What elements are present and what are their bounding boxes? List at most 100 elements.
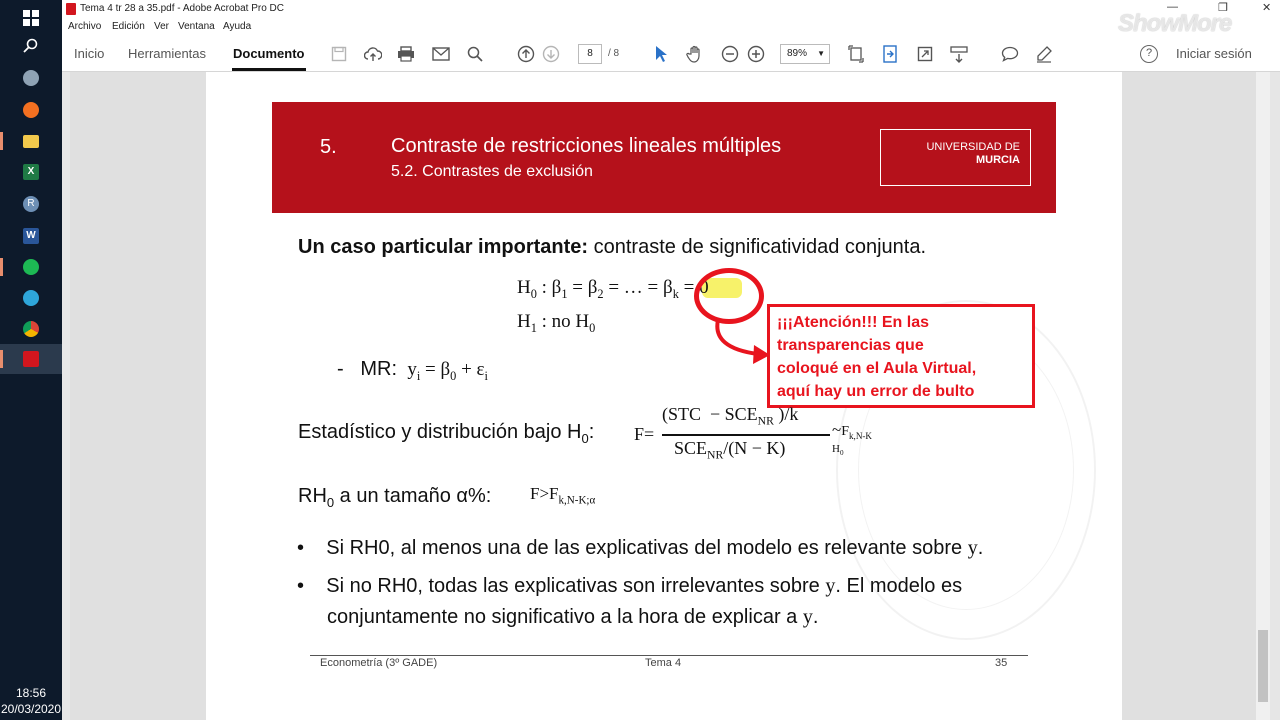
rejection-formula: F>Fk,N-K;α — [530, 484, 596, 507]
section-number: 5. — [320, 136, 337, 158]
fit-page-icon[interactable] — [846, 44, 866, 64]
footer-page-number: 35 — [995, 657, 1008, 669]
menu-ayuda[interactable]: Ayuda — [223, 21, 251, 32]
comment-icon[interactable] — [1000, 44, 1020, 64]
callout-line: transparencias que — [777, 337, 924, 354]
search-icon[interactable] — [19, 34, 43, 58]
rejection-label: RH0 a un tamaño α%: — [298, 485, 491, 510]
taskbar-running-indicator — [0, 350, 3, 368]
email-icon[interactable] — [431, 44, 451, 64]
clock-time: 18:56 — [15, 686, 47, 700]
bullet-1: • Si RH0, al menos una de las explicativ… — [297, 537, 984, 559]
cloud-upload-icon[interactable] — [363, 44, 383, 64]
stat-label-text: Estadístico y distribución bajo H — [298, 421, 582, 443]
callout-line: coloqué en el Aula Virtual, — [777, 360, 977, 377]
f-equals: F= — [634, 424, 655, 444]
taskbar-running-indicator — [0, 132, 3, 150]
spotify-icon[interactable] — [19, 255, 43, 279]
mr-label: MR: — [360, 358, 398, 380]
zoom-in-icon[interactable] — [746, 44, 766, 64]
statistic-label: Estadístico y distribución bajo H0: — [298, 421, 595, 446]
h1-formula: H1 : no H0 — [517, 311, 596, 335]
chrome-icon[interactable] — [19, 317, 43, 341]
sign-in-link[interactable]: Iniciar sesión — [1176, 46, 1252, 61]
recorder-watermark: ShowMore — [1118, 10, 1232, 37]
menu-ventana[interactable]: Ventana — [178, 21, 215, 32]
slide-title: Contraste de restricciones lineales múlt… — [391, 135, 782, 157]
pdf-file-icon — [66, 3, 76, 15]
f-denominator: SCENR/(N − K) — [674, 438, 786, 462]
telegram-icon[interactable] — [19, 286, 43, 310]
footer-topic: Tema 4 — [645, 657, 682, 669]
f-numerator: (STC − SCENR )/k — [662, 404, 799, 428]
print-icon[interactable] — [396, 44, 416, 64]
attention-callout: ¡¡¡Atención!!! En las transparencias que… — [767, 304, 1035, 408]
active-tab-indicator — [232, 68, 306, 71]
bullet-2: • Si no RH0, todas las explicativas son … — [297, 575, 963, 597]
firefox-icon[interactable] — [19, 98, 43, 122]
tab-documento[interactable]: Documento — [233, 46, 305, 61]
scroll-mode-icon[interactable] — [949, 44, 969, 64]
bullet-2c-var: y — [802, 606, 813, 628]
rh-rest: a un tamaño α%: — [334, 485, 492, 507]
close-icon[interactable]: ✕ — [1262, 1, 1271, 14]
bullet-1-var: y — [967, 537, 978, 559]
lead-line: Un caso particular importante: contraste… — [298, 236, 926, 259]
lead-bold: Un caso particular importante: — [298, 236, 589, 258]
acrobat-toolbar: Inicio Herramientas Documento 8 / 8 89% … — [62, 36, 1280, 72]
windows-start-icon[interactable] — [19, 6, 43, 30]
menu-ver[interactable]: Ver — [154, 21, 169, 32]
callout-line: aquí hay un error de bulto — [777, 383, 975, 400]
callout-line: ¡¡¡Atención!!! En las — [777, 314, 929, 331]
fraction-bar — [662, 434, 830, 436]
save-icon[interactable] — [329, 44, 349, 64]
highlight-pen-icon[interactable] — [1034, 44, 1054, 64]
zoom-select[interactable]: 89% ▼ — [780, 44, 830, 64]
window-titlebar: Tema 4 tr 28 a 35.pdf - Adobe Acrobat Pr… — [62, 0, 1280, 18]
window-title: Tema 4 tr 28 a 35.pdf - Adobe Acrobat Pr… — [80, 3, 285, 14]
slide-subtitle: 5.2. Contrastes de exclusión — [391, 163, 593, 180]
left-panel-collapse[interactable] — [62, 72, 70, 720]
logo-line1: UNIVERSIDAD DE — [926, 141, 1020, 153]
f-under-h0: H0 — [832, 443, 844, 458]
zoom-out-icon[interactable] — [720, 44, 740, 64]
next-page-icon[interactable] — [541, 44, 561, 64]
f-distribution: ~Fk,N-K — [832, 420, 872, 441]
bullet-2-text-c: conjuntamente no significativo a la hora… — [327, 606, 803, 628]
previous-page-icon[interactable] — [516, 44, 536, 64]
vertical-scrollbar[interactable] — [1256, 72, 1270, 720]
r-app-icon[interactable]: R — [19, 192, 43, 216]
h0-formula: H0 : β1 = β2 = … = βk = 0 — [517, 277, 709, 301]
system-clock[interactable]: 18:56 20/03/2020 — [0, 685, 62, 717]
tab-inicio[interactable]: Inicio — [74, 46, 104, 61]
red-circle-annotation — [694, 268, 764, 324]
slide-header: 5. Contraste de restricciones lineales m… — [272, 102, 1056, 213]
acrobat-icon[interactable] — [19, 347, 43, 371]
page-number-input[interactable]: 8 — [578, 44, 602, 64]
tab-herramientas[interactable]: Herramientas — [128, 46, 206, 61]
find-icon[interactable] — [465, 44, 485, 64]
word-icon[interactable]: W — [19, 224, 43, 248]
zoom-value: 89% — [787, 48, 808, 59]
bullet-2-var: y — [825, 575, 836, 597]
stat-label-sub: 0 — [581, 431, 589, 446]
page-total: / 8 — [608, 48, 620, 59]
menu-edicion[interactable]: Edición — [112, 21, 145, 32]
university-logo: UNIVERSIDAD DE MURCIA — [880, 129, 1031, 186]
excel-icon[interactable]: X — [19, 160, 43, 184]
hand-tool-icon[interactable] — [685, 44, 705, 64]
shield-app-icon[interactable] — [19, 66, 43, 90]
right-panel-rail[interactable] — [1270, 72, 1280, 720]
menu-archivo[interactable]: Archivo — [68, 21, 101, 32]
help-icon[interactable]: ? — [1140, 45, 1158, 63]
footer-rule — [310, 655, 1028, 656]
file-explorer-icon[interactable] — [19, 129, 43, 153]
footer-course: Econometría (3º GADE) — [320, 657, 438, 669]
export-pdf-icon[interactable] — [880, 44, 900, 64]
windows-taskbar: X R W 18:56 20/03/2020 — [0, 0, 62, 720]
full-screen-icon[interactable] — [915, 44, 935, 64]
scrollbar-thumb[interactable] — [1258, 630, 1268, 702]
taskbar-running-indicator — [0, 258, 3, 276]
select-cursor-icon[interactable] — [651, 44, 671, 64]
menu-bar: Archivo Edición Ver Ventana Ayuda — [62, 18, 1280, 36]
